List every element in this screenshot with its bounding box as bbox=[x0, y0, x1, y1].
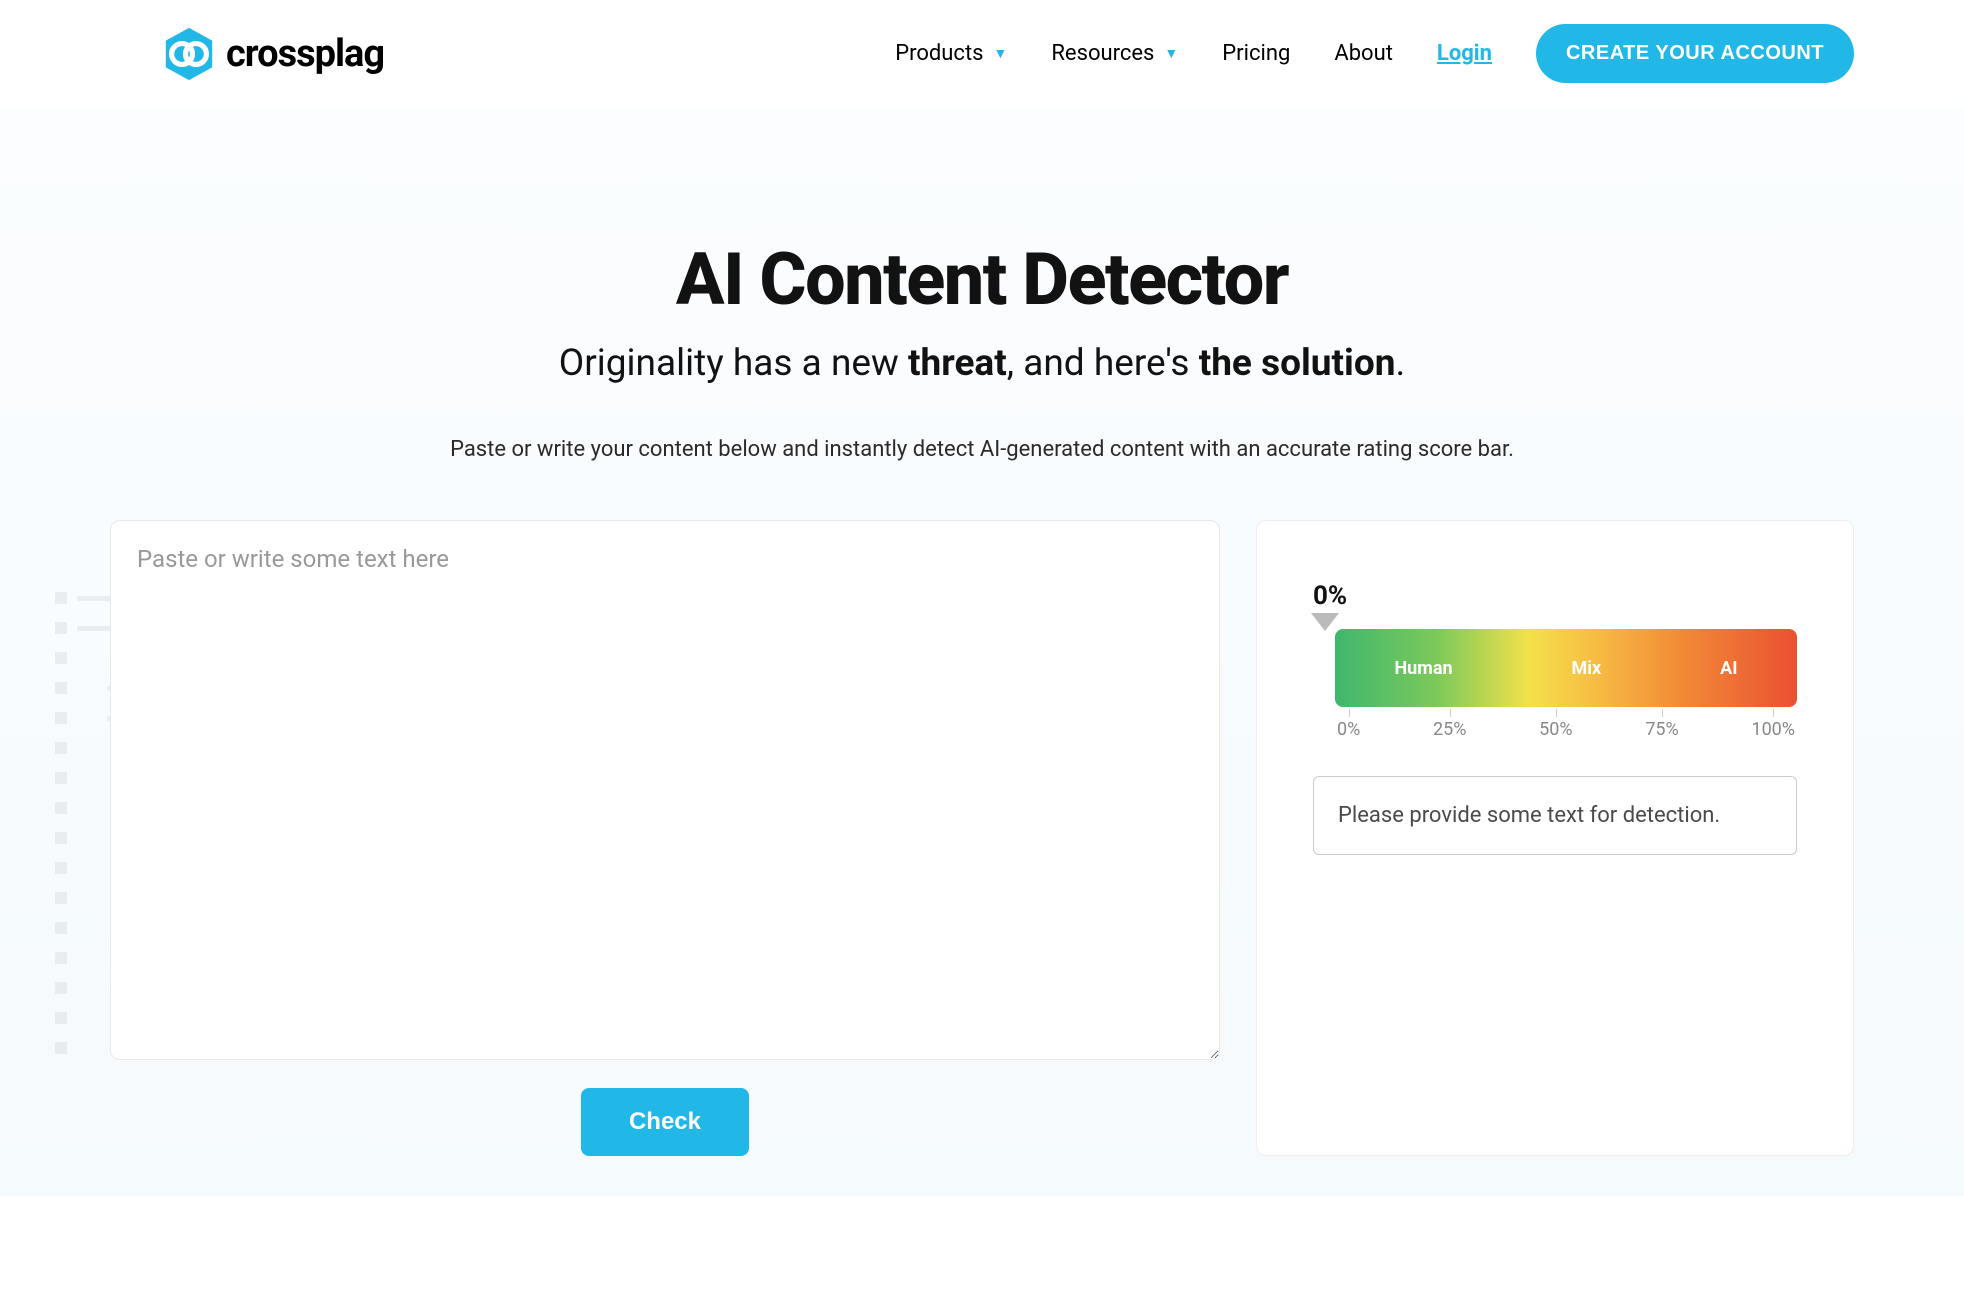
subtitle-bold-solution: the solution bbox=[1199, 342, 1396, 385]
nav-resources[interactable]: Resources ▼ bbox=[1051, 41, 1178, 66]
hero: AI Content Detector Originality has a ne… bbox=[0, 107, 1964, 1196]
page-subtitle: Originality has a new threat, and here's… bbox=[0, 342, 1964, 385]
nav-resources-label: Resources bbox=[1051, 41, 1154, 66]
page-title: AI Content Detector bbox=[0, 237, 1964, 322]
content-input[interactable] bbox=[110, 520, 1220, 1060]
logo[interactable]: crossplag bbox=[160, 25, 384, 83]
create-account-button[interactable]: CREATE YOUR ACCOUNT bbox=[1536, 24, 1854, 83]
subtitle-suffix: . bbox=[1395, 342, 1405, 385]
nav-pricing[interactable]: Pricing bbox=[1222, 41, 1290, 66]
tick-25: 25% bbox=[1433, 719, 1466, 740]
score-value: 0% bbox=[1313, 581, 1797, 611]
tick-0: 0% bbox=[1337, 719, 1360, 740]
tick-100: 100% bbox=[1751, 719, 1795, 740]
tick-50: 50% bbox=[1539, 719, 1572, 740]
page-description: Paste or write your content below and in… bbox=[0, 437, 1964, 462]
nav-about[interactable]: About bbox=[1334, 41, 1393, 66]
score-marker-icon bbox=[1311, 613, 1339, 631]
caret-down-icon: ▼ bbox=[1164, 45, 1178, 62]
textarea-container: Check bbox=[110, 520, 1220, 1156]
logo-text: crossplag bbox=[226, 32, 384, 76]
nav-products[interactable]: Products ▼ bbox=[895, 41, 1007, 66]
tick-75: 75% bbox=[1645, 719, 1678, 740]
logo-icon bbox=[160, 25, 218, 83]
subtitle-prefix: Originality has a new bbox=[559, 342, 908, 385]
header: crossplag Products ▼ Resources ▼ Pricing… bbox=[0, 0, 1964, 107]
nav-pricing-label: Pricing bbox=[1222, 41, 1290, 66]
result-message: Please provide some text for detection. bbox=[1313, 776, 1797, 855]
check-button[interactable]: Check bbox=[581, 1088, 749, 1156]
score-section: 0% Human Mix AI 0% 25% 50% 75% 100% bbox=[1313, 581, 1797, 740]
ticks: 0% 25% 50% 75% 100% bbox=[1335, 719, 1797, 740]
bar-label-mix: Mix bbox=[1572, 658, 1602, 679]
subtitle-mid: , and here's bbox=[1007, 342, 1199, 385]
nav-about-label: About bbox=[1334, 41, 1393, 66]
result-panel: 0% Human Mix AI 0% 25% 50% 75% 100% Plea… bbox=[1256, 520, 1854, 1156]
nav: Products ▼ Resources ▼ Pricing About Log… bbox=[895, 24, 1854, 83]
bar-label-ai: AI bbox=[1720, 658, 1737, 679]
login-link[interactable]: Login bbox=[1437, 41, 1492, 66]
content-area: Check 0% Human Mix AI 0% 25% 50% 75% 100… bbox=[0, 520, 1964, 1156]
caret-down-icon: ▼ bbox=[994, 45, 1008, 62]
subtitle-bold-threat: threat bbox=[908, 342, 1007, 385]
nav-products-label: Products bbox=[895, 41, 983, 66]
bar-label-human: Human bbox=[1394, 658, 1452, 679]
score-gradient-bar: Human Mix AI bbox=[1335, 629, 1797, 707]
